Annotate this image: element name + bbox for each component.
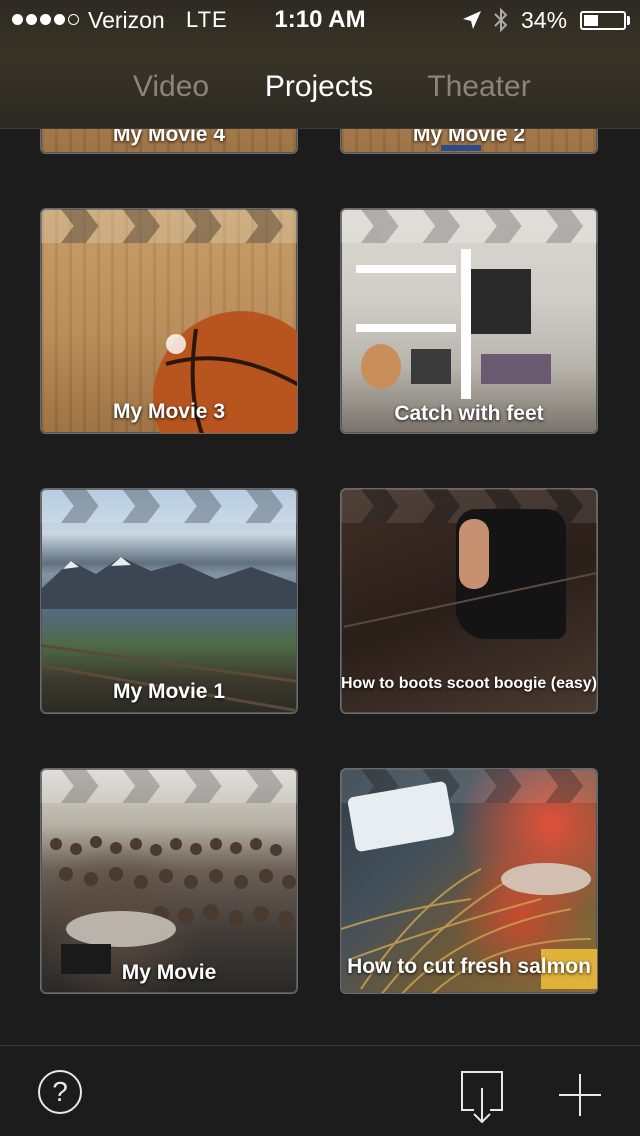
project-card-my-movie-4[interactable]: My Movie 4: [40, 128, 298, 154]
header: Verizon LTE 1:10 AM 34% Video Projects T…: [0, 0, 640, 129]
status-bar: Verizon LTE 1:10 AM 34%: [0, 0, 640, 40]
imovie-screen: Verizon LTE 1:10 AM 34% Video Projects T…: [0, 0, 640, 1136]
project-title: How to boots scoot boogie (easy): [341, 675, 598, 692]
project-card-catch-with-feet[interactable]: Catch with feet: [340, 208, 598, 434]
battery-icon: [580, 11, 626, 30]
project-title: Catch with feet: [394, 402, 544, 425]
projects-grid: My Movie 4 My Movie 2 My Movie 3 Catch w…: [0, 128, 640, 1046]
project-card-my-movie[interactable]: My Movie: [40, 768, 298, 994]
project-title: My Movie: [121, 961, 217, 984]
clapperboard-icon: [41, 769, 297, 803]
project-title: My Movie 1: [112, 680, 226, 703]
mountains-icon: [41, 557, 297, 609]
project-card-my-movie-1[interactable]: My Movie 1: [40, 488, 298, 714]
project-card-boots-scoot-boogie[interactable]: How to boots scoot boogie (easy): [340, 488, 598, 714]
tab-theater[interactable]: Theater: [389, 70, 569, 104]
project-title: My Movie 2: [412, 128, 526, 146]
project-title: My Movie 3: [112, 400, 226, 423]
bottom-toolbar: ?: [0, 1045, 640, 1136]
clapperboard-icon: [41, 489, 297, 523]
bluetooth-icon: [494, 7, 508, 33]
help-question-icon[interactable]: ?: [38, 1070, 82, 1114]
location-arrow-icon: [463, 11, 481, 29]
project-title: My Movie 4: [112, 128, 226, 146]
battery-percent: 34%: [521, 7, 568, 33]
battery-tip: [627, 16, 630, 25]
tab-bar: Video Projects Theater: [0, 70, 640, 110]
plus-icon[interactable]: [557, 1072, 603, 1118]
project-card-my-movie-3[interactable]: My Movie 3: [40, 208, 298, 434]
import-icon[interactable]: [460, 1070, 504, 1126]
clapperboard-icon: [341, 209, 597, 243]
project-title: How to cut fresh salmon: [347, 955, 591, 978]
clapperboard-icon: [41, 209, 297, 243]
project-card-my-movie-2[interactable]: My Movie 2: [340, 128, 598, 154]
project-card-cut-fresh-salmon[interactable]: How to cut fresh salmon: [340, 768, 598, 994]
tab-projects[interactable]: Projects: [229, 70, 409, 104]
